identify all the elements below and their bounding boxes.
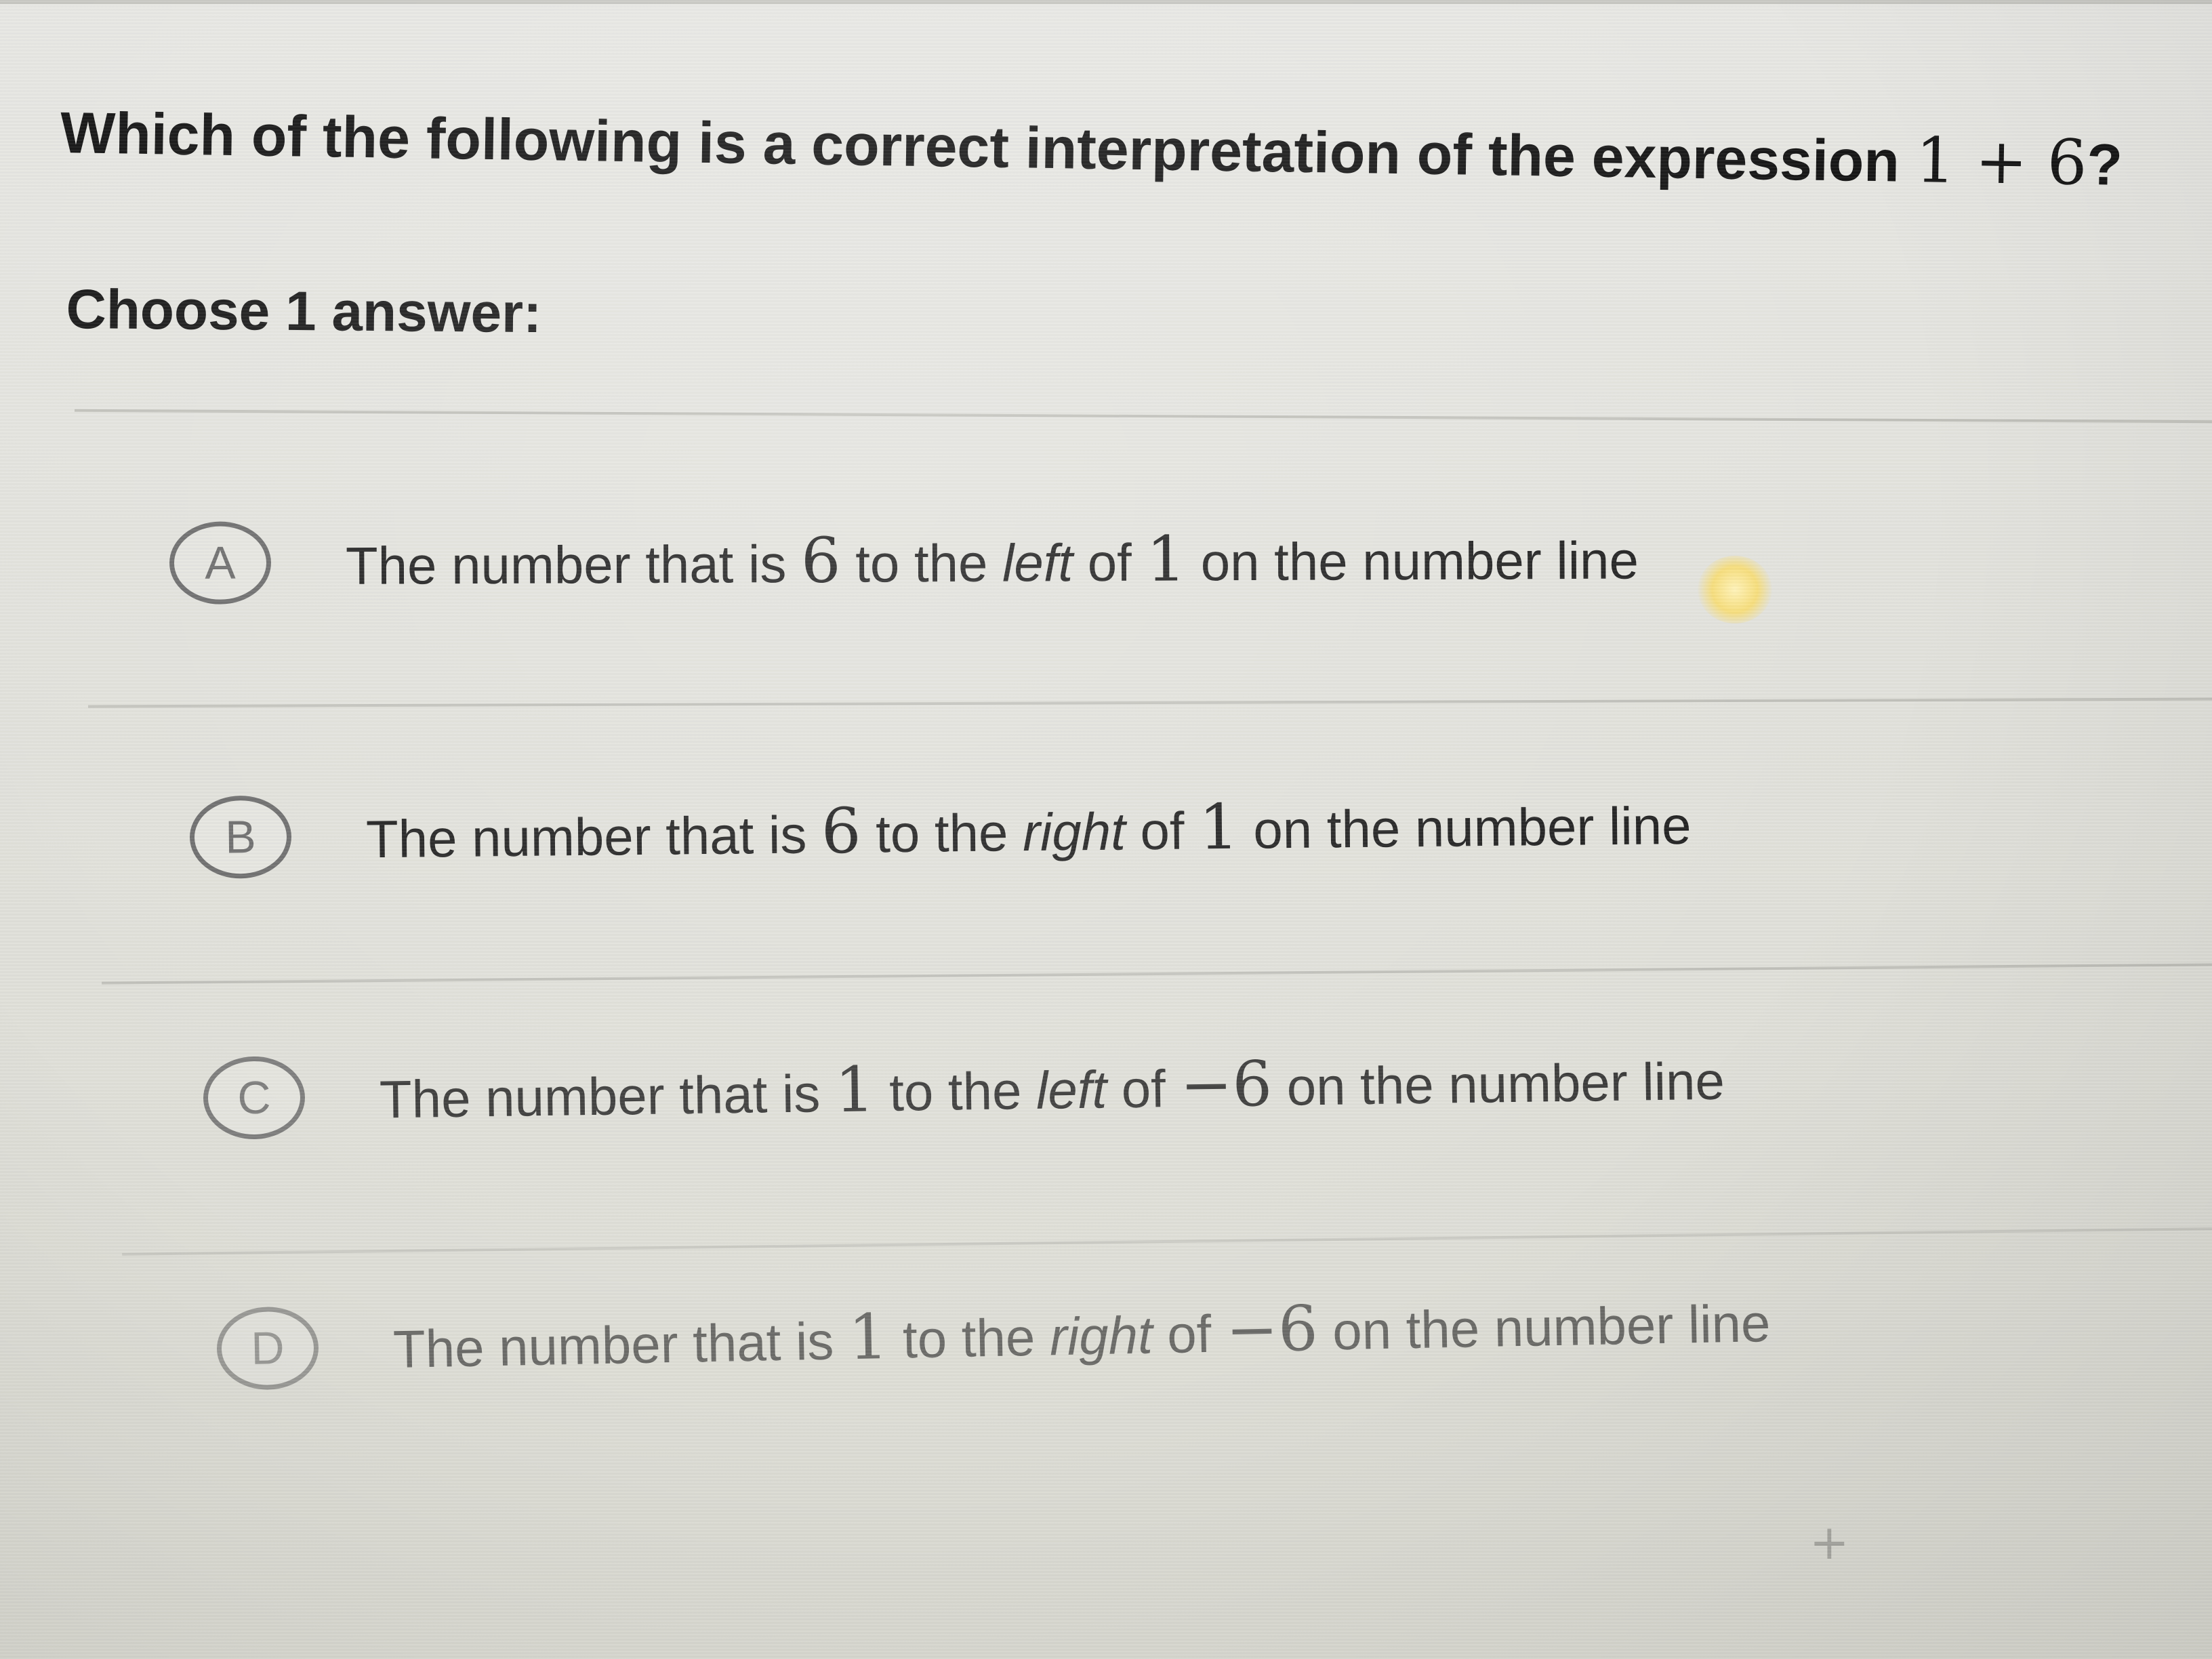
choice-c-radio[interactable]: C xyxy=(203,1055,306,1140)
question-prompt: Which of the following is a correct inte… xyxy=(60,100,1917,194)
divider-c-d xyxy=(122,1227,2212,1256)
divider-b-c xyxy=(102,963,2212,985)
answer-choice-a[interactable]: A The number that is 6 to the left of 1 … xyxy=(169,516,1639,605)
choice-a-radio[interactable]: A xyxy=(169,521,272,605)
choice-c-text: The number that is 1 to the left of −6 o… xyxy=(379,1047,1725,1129)
choice-b-radio[interactable]: B xyxy=(189,795,292,879)
divider-top xyxy=(75,409,2212,424)
divider-a-b xyxy=(88,697,2212,708)
question-expression: 1 + 6 xyxy=(1914,124,2088,199)
choice-d-text: The number that is 1 to the right of −6 … xyxy=(392,1292,1771,1379)
answer-choice-d[interactable]: D The number that is 1 to the right of −… xyxy=(216,1278,1771,1391)
screen-glare xyxy=(1698,556,1772,623)
choice-a-text: The number that is 6 to the left of 1 on… xyxy=(345,522,1639,597)
crosshair-icon: + xyxy=(1809,1515,1849,1570)
question-mark: ? xyxy=(2086,131,2123,198)
top-divider xyxy=(0,0,2212,4)
choose-instruction: Choose 1 answer: xyxy=(66,278,542,345)
question-text: Which of the following is a correct inte… xyxy=(60,95,2123,200)
answer-choice-b[interactable]: B The number that is 6 to the right of 1… xyxy=(189,781,1692,879)
answer-choice-c[interactable]: C The number that is 1 to the left of −6… xyxy=(203,1036,1725,1140)
choice-d-radio[interactable]: D xyxy=(216,1306,320,1391)
choice-b-text: The number that is 6 to the right of 1 o… xyxy=(365,790,1692,869)
